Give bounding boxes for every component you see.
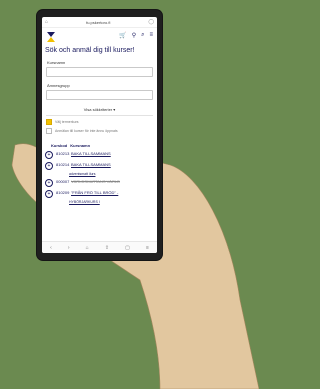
table-row: + 810209 "FRÅN FRÖ TILL BRÖD" -: [42, 190, 157, 198]
option-row[interactable]: Välj termerkurs: [42, 119, 157, 125]
user-icon[interactable]: ⚲: [132, 32, 136, 39]
table-header: Kurskod Kursnamn: [42, 143, 157, 148]
divider: [46, 115, 153, 116]
scene: ⌂ fu.pskertoro.fi ◯ 🛒 ⚲ ⌕ ≡ Sök och anmä…: [0, 0, 259, 389]
course-code: 000007: [56, 179, 70, 184]
course-code: 810209: [56, 190, 70, 195]
subject-group-input[interactable]: [46, 90, 153, 100]
forward-icon[interactable]: ›: [68, 245, 70, 251]
course-link[interactable]: "FRÅN FRÖ TILL BRÖD" -: [71, 190, 118, 195]
course-table: + 810213 BAKA TILLSAMMANS + 810214 BAKA …: [42, 151, 157, 204]
course-link[interactable]: BAKA TILLSAMMANS: [71, 162, 111, 167]
table-row: + 000007 VÄRLDSKARTANS VÄRLD: [42, 179, 157, 187]
subject-group-label: Ämnesgrupp: [47, 83, 70, 88]
share-icon[interactable]: ⇪: [105, 245, 109, 251]
course-subtitle[interactable]: adventsmatt ilurs: [42, 172, 157, 176]
table-row: + 810214 BAKA TILLSAMMANS: [42, 162, 157, 170]
page-title: Sök och anmäl dig till kurser!: [45, 47, 135, 54]
menu-icon[interactable]: ≡: [146, 245, 149, 251]
checkbox[interactable]: [46, 119, 52, 125]
header-icons: 🛒 ⚲ ⌕ ≡: [119, 32, 153, 39]
tabs-icon[interactable]: ◯: [148, 19, 154, 25]
screen: ⌂ fu.pskertoro.fi ◯ 🛒 ⚲ ⌕ ≡ Sök och anmä…: [42, 17, 157, 253]
search-icon[interactable]: ⌕: [141, 32, 144, 39]
site-logo[interactable]: [46, 32, 56, 42]
home-icon[interactable]: ⌂: [45, 19, 48, 25]
url-text[interactable]: fu.pskertoro.fi: [86, 20, 110, 25]
browser-bottom-bar: ‹ › ⌂ ⇪ ▢ ≡: [42, 241, 157, 253]
course-code: 810214: [56, 162, 70, 167]
add-icon[interactable]: +: [45, 151, 53, 159]
tabs-icon[interactable]: ▢: [125, 245, 130, 251]
option-label: Anmälan till kurser för inte ännu öppnat…: [55, 129, 118, 133]
browser-url-bar[interactable]: ⌂ fu.pskertoro.fi ◯: [42, 17, 157, 28]
course-name-label: Kursnamn: [47, 60, 66, 65]
phone: ⌂ fu.pskertoro.fi ◯ 🛒 ⚲ ⌕ ≡ Sök och anmä…: [37, 10, 162, 260]
checkbox[interactable]: [46, 128, 52, 134]
option-label: Välj termerkurs: [55, 120, 79, 124]
course-link[interactable]: BAKA TILLSAMMANS: [71, 151, 111, 156]
course-code: 810213: [56, 151, 70, 156]
site-header: 🛒 ⚲ ⌕ ≡: [42, 28, 157, 46]
add-icon[interactable]: +: [45, 190, 53, 198]
table-row: + 810213 BAKA TILLSAMMANS: [42, 151, 157, 159]
course-subtitle[interactable]: HYBÖRJARKURS I: [42, 200, 157, 204]
add-icon[interactable]: +: [45, 179, 53, 187]
add-icon[interactable]: +: [45, 162, 53, 170]
basket-icon[interactable]: 🛒: [119, 32, 126, 39]
show-filters-button[interactable]: Visa sökkriterier ▾: [42, 107, 157, 112]
course-link[interactable]: VÄRLDSKARTANS VÄRLD: [71, 179, 120, 184]
hamburger-icon[interactable]: ≡: [149, 32, 153, 39]
home-icon[interactable]: ⌂: [86, 245, 89, 251]
column-header-name[interactable]: Kursnamn: [70, 143, 90, 148]
option-row[interactable]: Anmälan till kurser för inte ännu öppnat…: [42, 128, 157, 134]
back-icon[interactable]: ‹: [50, 245, 52, 251]
column-header-code[interactable]: Kurskod: [51, 143, 67, 148]
course-name-input[interactable]: [46, 67, 153, 77]
